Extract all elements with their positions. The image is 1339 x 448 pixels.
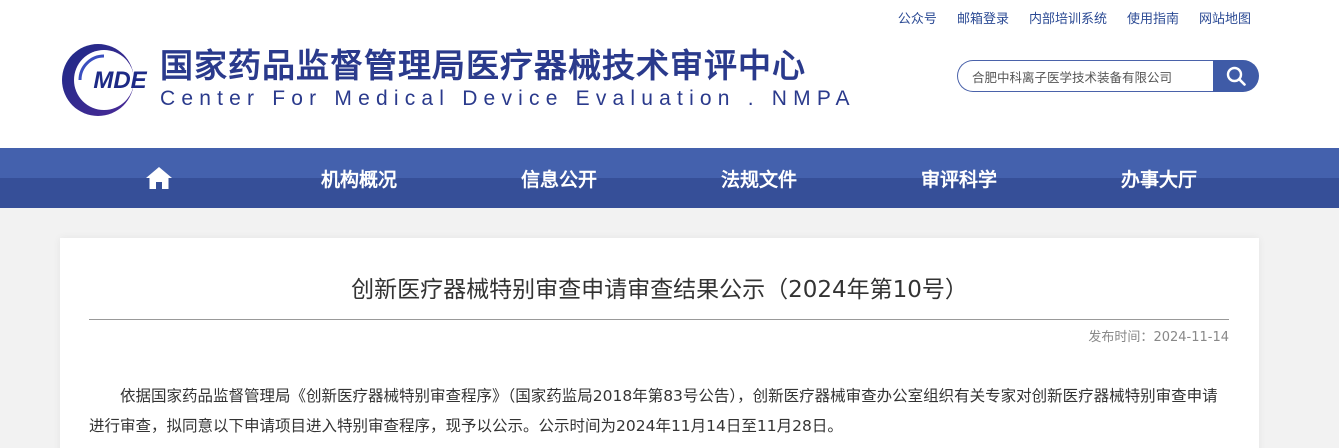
- top-link-mail-login[interactable]: 邮箱登录: [957, 11, 1009, 29]
- article-body: 依据国家药品监督管理局《创新医疗器械特别审查程序》（国家药监局2018年第83号…: [89, 387, 1218, 435]
- search-icon: [1226, 66, 1246, 86]
- mde-logo-graphic: MDE: [62, 44, 148, 116]
- main-nav: 机构概况 信息公开 法规文件 审评科学 办事大厅: [0, 148, 1339, 208]
- article-title: 创新医疗器械特别审查申请审查结果公示（2024年第10号）: [351, 277, 968, 303]
- nav-service-hall[interactable]: 办事大厅: [1089, 148, 1229, 208]
- nav-review-science[interactable]: 审评科学: [889, 148, 1029, 208]
- nav-regulations[interactable]: 法规文件: [689, 148, 829, 208]
- title-divider: [89, 319, 1229, 320]
- top-links: 公众号 邮箱登录 内部培训系统 使用指南 网站地图: [898, 11, 1251, 29]
- site-header: 公众号 邮箱登录 内部培训系统 使用指南 网站地图 MDE 国家药品监督管理局医…: [0, 0, 1339, 148]
- nav-information[interactable]: 信息公开: [489, 148, 629, 208]
- site-subtitle: Center For Medical Device Evaluation . N…: [160, 87, 856, 110]
- publish-date-label: 发布时间：: [1088, 330, 1154, 345]
- top-link-user-guide[interactable]: 使用指南: [1127, 11, 1179, 29]
- nav-about[interactable]: 机构概况: [289, 148, 429, 208]
- publish-date-value: 2024-11-14: [1153, 330, 1229, 345]
- top-link-sitemap[interactable]: 网站地图: [1199, 11, 1251, 29]
- home-icon: [146, 167, 172, 189]
- publish-date: 发布时间： 2024-11-14: [1088, 329, 1229, 347]
- logo-lettering: MDE: [93, 67, 147, 94]
- top-link-wechat[interactable]: 公众号: [898, 11, 937, 29]
- search-button[interactable]: [1213, 60, 1259, 92]
- mde-logo[interactable]: MDE: [60, 40, 152, 120]
- site-title: 国家药品监督管理局医疗器械技术审评中心: [160, 46, 806, 85]
- nav-home[interactable]: [89, 148, 229, 208]
- article-panel: 创新医疗器械特别审查申请审查结果公示（2024年第10号） 发布时间： 2024…: [60, 238, 1259, 448]
- search-input[interactable]: [957, 60, 1213, 92]
- top-link-training-system[interactable]: 内部培训系统: [1029, 11, 1107, 29]
- search-bar: [957, 60, 1259, 92]
